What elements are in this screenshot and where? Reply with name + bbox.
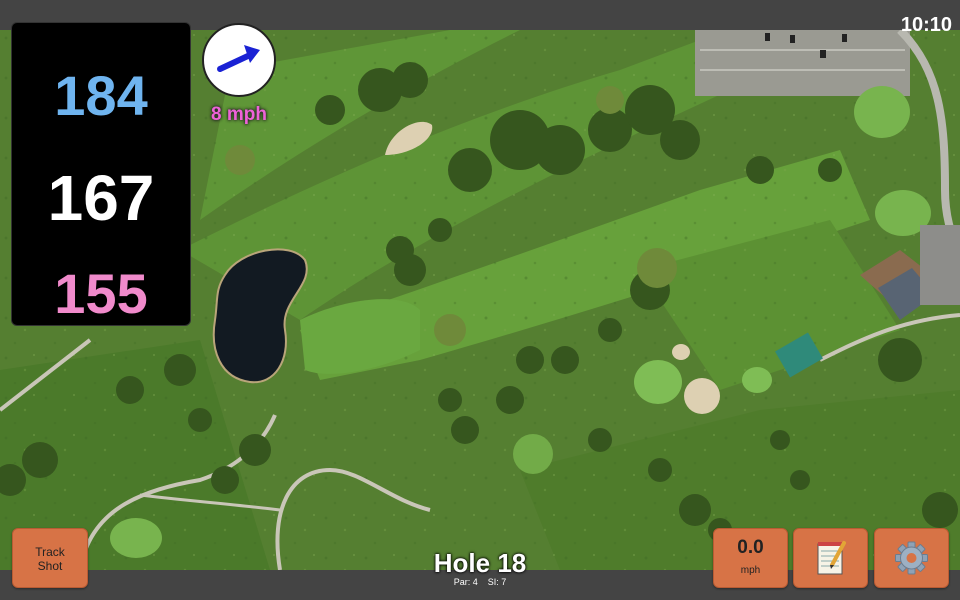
hole-par: Par: 4 [453, 577, 478, 587]
hole-si: SI: 7 [487, 577, 507, 587]
distance-panel: 184 167 155 [11, 22, 191, 326]
notepad-icon [817, 541, 846, 575]
speed-button[interactable]: 0.0 mph [713, 528, 788, 588]
speed-unit: mph [740, 565, 761, 576]
track-shot-button[interactable]: Track Shot [12, 528, 88, 588]
speed-value: 0.0 [737, 537, 764, 558]
wind-speed-label: 8 mph [211, 104, 267, 125]
wind-indicator [202, 23, 276, 97]
gear-icon [895, 541, 928, 575]
settings-button[interactable] [874, 528, 949, 588]
notes-button[interactable] [793, 528, 868, 588]
hole-info: Par: 4 SI: 7 [380, 577, 580, 587]
distance-back: 184 [54, 64, 148, 127]
distance-front: 155 [54, 262, 148, 325]
distance-middle: 167 [47, 162, 155, 234]
wind-arrow-icon [217, 45, 260, 72]
track-shot-label: Track Shot [35, 545, 65, 573]
hole-title: Hole 18 [433, 548, 527, 578]
clock-time: 10:10 [900, 14, 952, 36]
